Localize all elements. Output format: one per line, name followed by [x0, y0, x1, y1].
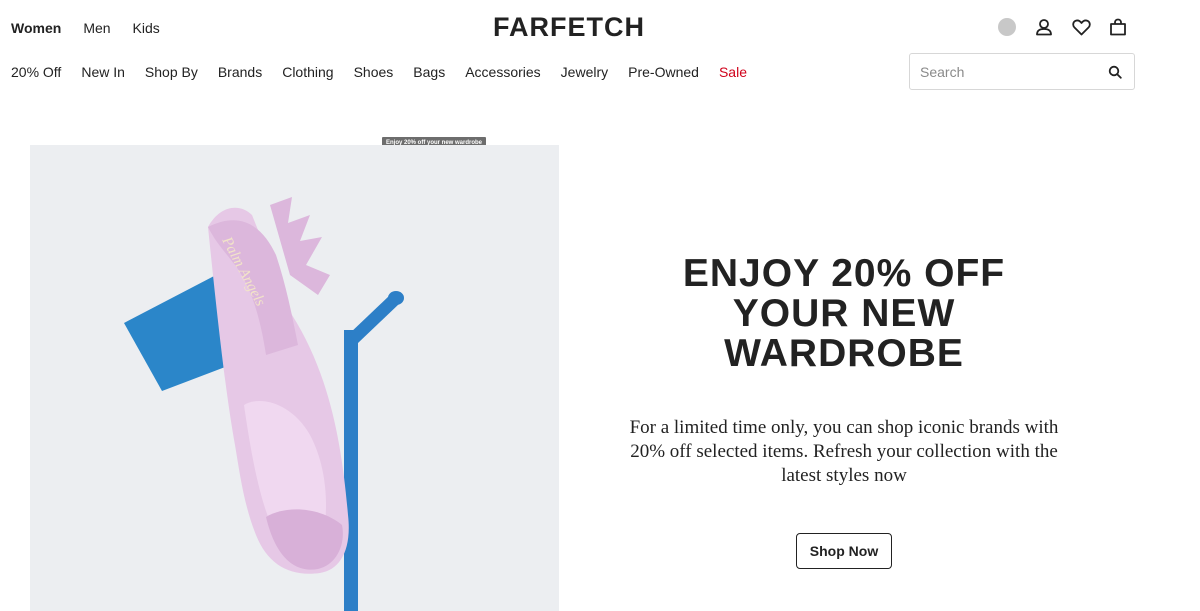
- hero-headline: ENJOY 20% OFF YOUR NEW WARDROBE: [634, 254, 1054, 374]
- nav-item-accessories[interactable]: Accessories: [465, 63, 540, 81]
- search-icon[interactable]: [1108, 65, 1122, 79]
- nav-item-20-off[interactable]: 20% Off: [11, 63, 61, 81]
- nav-item-pre-owned[interactable]: Pre-Owned: [628, 63, 699, 81]
- nav-item-jewelry[interactable]: Jewelry: [561, 63, 608, 81]
- stand-pole: [344, 330, 358, 611]
- nav-item-new-in[interactable]: New In: [81, 63, 125, 81]
- nav-item-shoes[interactable]: Shoes: [354, 63, 394, 81]
- wishlist-heart-icon[interactable]: [1071, 17, 1091, 37]
- nav-item-bags[interactable]: Bags: [413, 63, 445, 81]
- shopping-bag-icon[interactable]: [1108, 17, 1128, 37]
- hero-text: ENJOY 20% OFF YOUR NEW WARDROBE For a li…: [604, 254, 1084, 569]
- site-logo[interactable]: FARFETCH: [0, 12, 1138, 43]
- page: Women Men Kids FARFETCH 20% Off New In S…: [0, 0, 1200, 611]
- hero-headline-line: YOUR NEW: [732, 292, 956, 335]
- nav-item-shop-by[interactable]: Shop By: [145, 63, 198, 81]
- hero-headline-line: WARDROBE: [724, 332, 964, 375]
- hero-headline-line: ENJOY 20% OFF: [682, 252, 1006, 295]
- region-flag-icon[interactable]: [997, 17, 1017, 37]
- category-nav: 20% Off New In Shop By Brands Clothing S…: [11, 63, 747, 81]
- shop-now-button[interactable]: Shop Now: [795, 533, 893, 569]
- search-input[interactable]: [910, 53, 1102, 90]
- hero-body: For a limited time only, you can shop ic…: [629, 417, 1059, 486]
- hero-shoe-illustration: Palm Angels: [30, 145, 559, 611]
- nav-item-brands[interactable]: Brands: [218, 63, 262, 81]
- header-icons: [997, 17, 1128, 37]
- nav-item-sale[interactable]: Sale: [719, 63, 747, 81]
- nav-item-clothing[interactable]: Clothing: [282, 63, 333, 81]
- hero-image[interactable]: Palm Angels: [30, 145, 559, 611]
- search-box: [909, 53, 1135, 90]
- account-icon[interactable]: [1034, 17, 1054, 37]
